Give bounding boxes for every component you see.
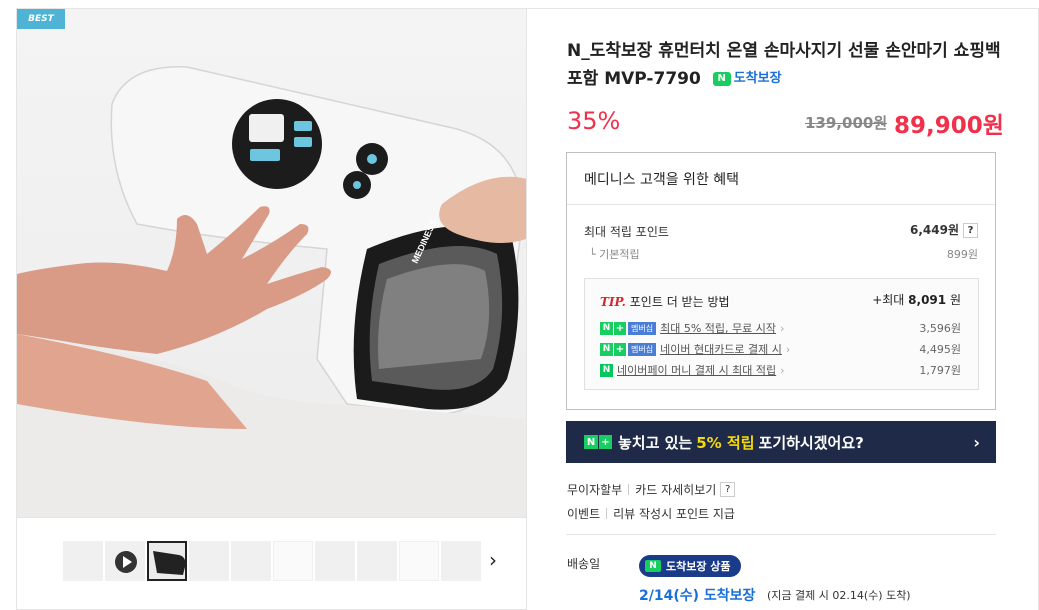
thumbnail-2[interactable] [105,541,145,581]
installment-link[interactable]: 무이자할부 [567,481,622,498]
max-points-value: 6,449원? [910,221,978,238]
review-points-text[interactable]: 리뷰 작성시 포인트 지급 [613,505,735,522]
thumbnail-8[interactable] [357,541,397,581]
tip-item-value: 1,797원 [919,364,961,377]
product-title: N_도착보장 휴먼터치 온열 손마사지기 선물 손안마기 쇼핑백 포함 MVP-… [567,37,1007,93]
thumbnail-1[interactable] [63,541,103,581]
help-icon[interactable]: ? [963,223,978,238]
thumbnail-3[interactable] [147,541,187,581]
naverpay-icon: N [600,363,613,377]
chevron-right-icon: › [780,321,785,335]
naver-n-icon: N [645,560,661,572]
discount-rate: 35% [567,107,621,135]
event-label: 이벤트 [567,507,601,521]
divider [566,534,996,535]
main-product-image[interactable]: BEST MEDINESS [17,9,526,517]
naver-plus-icon: N + [584,435,612,449]
shipping-note: (지금 결제 시 02.14(수) 도착) [767,589,911,602]
thumbnail-5[interactable] [231,541,271,581]
chevron-right-icon[interactable]: › [489,548,497,572]
tip-max-points: +최대 8,091 원 [872,293,961,307]
membership-promo-banner[interactable]: N + 놓치고 있는 5% 적립 포기하시겠어요? › [566,421,996,463]
product-gallery: BEST MEDINESS › [16,8,527,610]
shipping-date: 2/14(수) 도착보장 [639,588,756,604]
original-price: 139,000원 [805,114,888,132]
thumbnail-strip: › [17,517,526,610]
event-row: 이벤트 리뷰 작성시 포인트 지급 [567,505,735,522]
base-points-label: └ 기본적립 [589,248,640,261]
naver-plus-membership-icon: N + 멤버십 [600,342,657,356]
arrival-guarantee-chip: N 도착보장 [712,65,782,93]
card-detail-link[interactable]: 카드 자세히보기 [635,481,716,498]
product-title-text: N_도착보장 휴먼터치 온열 손마사지기 선물 손안마기 쇼핑백 포함 MVP-… [567,41,1001,89]
naver-n-icon: N [712,72,731,86]
arrival-guarantee-pill: N 도착보장 상품 [639,555,741,577]
tip-item-membership[interactable]: N + 멤버십 최대 5% 적립, 무료 시작 › [600,320,784,336]
thumbnail-10[interactable] [441,541,481,581]
tip-title: TIP. 포인트 더 받는 방법 [600,295,730,309]
massager-photo: MEDINESS [17,66,526,517]
thumbnail-7[interactable] [315,541,355,581]
play-icon [115,551,137,573]
tip-box: TIP. 포인트 더 받는 방법 +최대 8,091 원 N + 멤버십 최대 5% … [584,278,979,390]
product-info: N_도착보장 휴먼터치 온열 손마사지기 선물 손안마기 쇼핑백 포함 MVP-… [527,8,1039,610]
thumbnail-6[interactable] [273,541,313,581]
thumbnail-9[interactable] [399,541,439,581]
max-points-label: 최대 적립 포인트 [584,225,669,239]
shipping-label: 배송일 [567,557,601,571]
base-points-value: 899원 [946,248,978,261]
chevron-right-icon: › [780,363,785,377]
benefit-box: 메디니스 고객을 위한 혜택 최대 적립 포인트 6,449원? └ 기본적립 … [566,152,996,410]
tip-item-value: 3,596원 [919,322,961,335]
chevron-right-icon: › [973,432,980,452]
tip-item-card[interactable]: N + 멤버십 네이버 현대카드로 결제 시 › [600,341,790,357]
best-badge: BEST [17,9,65,29]
help-icon[interactable]: ? [720,482,736,497]
tip-item-value: 4,495원 [919,343,961,356]
tip-item-naverpay[interactable]: N 네이버페이 머니 결제 시 최대 적립 › [600,362,785,378]
benefit-heading: 메디니스 고객을 위한 혜택 [567,153,995,205]
naver-plus-membership-icon: N + 멤버십 [600,321,657,335]
thumbnail-4[interactable] [189,541,229,581]
chevron-right-icon: › [785,342,791,356]
sale-price: 89,900원 [894,113,1004,139]
installment-row: 무이자할부 카드 자세히보기 ? [567,481,736,498]
